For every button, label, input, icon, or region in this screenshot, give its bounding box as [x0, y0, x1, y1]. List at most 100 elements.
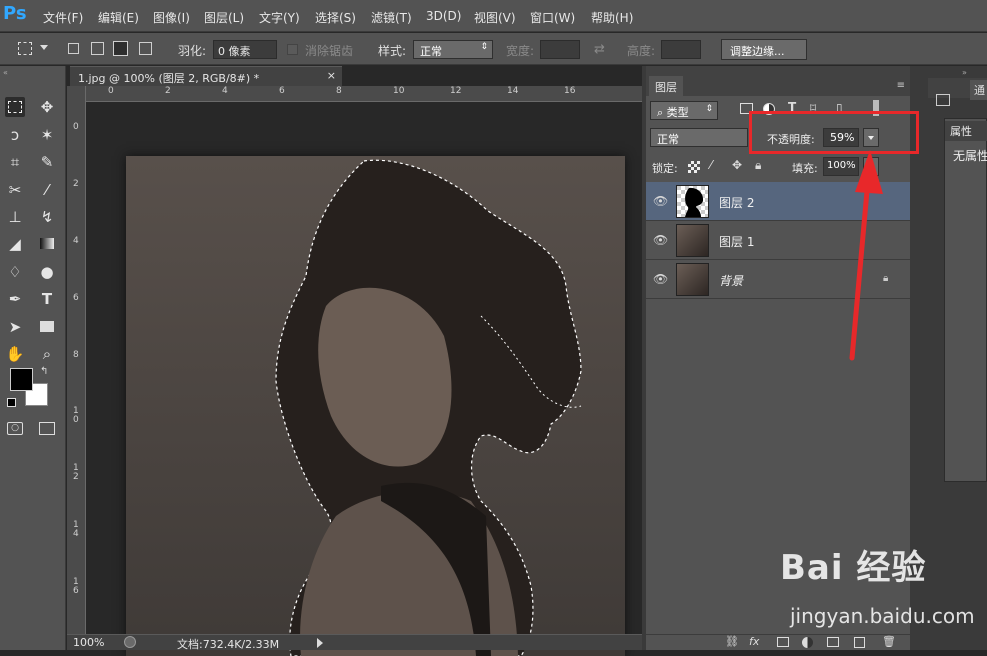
move-tool-icon[interactable]: ✥	[37, 97, 57, 117]
magic-wand-icon[interactable]: ✶	[37, 125, 57, 145]
layer-style-icon[interactable]: fx	[749, 635, 759, 648]
marquee-preset-icon[interactable]	[18, 42, 32, 55]
menu-file[interactable]: 文件(F)	[43, 9, 83, 26]
ruler-v-label: 1 6	[73, 577, 79, 596]
layer-name[interactable]: 图层 2	[719, 194, 754, 211]
new-selection-icon[interactable]	[68, 43, 79, 54]
lasso-tool-icon[interactable]: ↄ	[5, 125, 25, 145]
subtract-selection-icon[interactable]	[113, 41, 128, 56]
dodge-tool-icon[interactable]: ●	[37, 262, 57, 282]
foreground-color-swatch[interactable]	[10, 368, 33, 391]
document-tab[interactable]: 1.jpg @ 100% (图层 2, RGB/8#) * ×	[70, 66, 342, 86]
layer-thumbnail[interactable]	[676, 263, 709, 296]
photo-canvas[interactable]	[126, 156, 625, 656]
pen-tool-icon[interactable]: ✒	[5, 289, 25, 309]
height-input[interactable]	[661, 40, 701, 59]
crop-tool-icon[interactable]: ⌗	[5, 152, 25, 172]
delete-layer-icon[interactable]: 🗑︎	[882, 635, 896, 648]
zoom-level[interactable]: 100%	[73, 636, 104, 649]
blend-mode-select[interactable]: 正常	[650, 128, 748, 147]
eraser-tool-icon[interactable]: ◢	[5, 234, 25, 254]
layer-row-background[interactable]: 👁︎ 背景 🔒︎	[646, 260, 910, 299]
visibility-eye-icon[interactable]: 👁︎	[653, 272, 668, 286]
lock-all-icon[interactable]: 🔒︎	[755, 158, 761, 173]
visibility-eye-icon[interactable]: 👁︎	[653, 233, 668, 247]
new-layer-icon[interactable]	[854, 637, 865, 648]
select-arrows-icon: ⇕	[480, 42, 488, 52]
layers-tab[interactable]: 图层	[649, 76, 683, 96]
refine-edge-button[interactable]: 调整边缘...	[721, 39, 807, 60]
add-selection-icon[interactable]	[91, 42, 104, 55]
feather-input[interactable]: 0 像素	[213, 40, 277, 59]
antialias-checkbox[interactable]	[287, 44, 298, 55]
properties-tab[interactable]: 属性	[945, 121, 987, 141]
swap-colors-icon[interactable]: ↰	[40, 366, 48, 377]
menu-3d[interactable]: 3D(D)	[426, 9, 461, 23]
add-mask-icon[interactable]	[777, 637, 789, 647]
menu-help[interactable]: 帮助(H)	[591, 9, 633, 26]
healing-brush-icon[interactable]: ✂	[5, 180, 25, 200]
ruler-v-label: 4	[73, 236, 79, 246]
dock-tab-channels[interactable]: 通	[970, 80, 987, 100]
canvas[interactable]	[86, 102, 626, 656]
fill-dropdown-button[interactable]	[863, 157, 879, 176]
hand-tool-icon[interactable]: ✋	[5, 344, 25, 364]
menu-window[interactable]: 窗口(W)	[530, 9, 575, 26]
history-brush-icon[interactable]: ↯	[37, 207, 57, 227]
type-tool-icon[interactable]: T	[37, 289, 57, 309]
dropdown-arrow-icon[interactable]	[40, 45, 48, 50]
ruler-h-label: 16	[564, 86, 576, 96]
marquee-tool-icon[interactable]	[5, 97, 25, 117]
layer-thumbnail[interactable]	[676, 224, 709, 257]
height-label: 高度:	[627, 44, 656, 58]
lock-move-icon[interactable]: ✥	[732, 158, 742, 172]
status-info-icon[interactable]	[124, 636, 136, 648]
menu-edit[interactable]: 编辑(E)	[98, 9, 139, 26]
intersect-selection-icon[interactable]	[139, 42, 152, 55]
menu-select[interactable]: 选择(S)	[315, 9, 356, 26]
lock-transparent-icon[interactable]	[688, 161, 700, 173]
menu-view[interactable]: 视图(V)	[474, 9, 516, 26]
menu-image[interactable]: 图像(I)	[153, 9, 190, 26]
dock-side-icon[interactable]	[936, 94, 950, 106]
stamp-tool-icon[interactable]: ⊥	[5, 207, 25, 227]
swap-icon[interactable]: ⇄	[594, 42, 605, 57]
default-colors-icon[interactable]	[7, 398, 16, 407]
link-layers-icon[interactable]: ⛓	[725, 635, 739, 648]
style-select[interactable]: 正常 ⇕	[413, 40, 493, 59]
zoom-tool-icon[interactable]: ⌕	[37, 344, 57, 364]
screen-mode-icon[interactable]	[39, 422, 55, 435]
visibility-eye-icon[interactable]: 👁︎	[653, 194, 668, 208]
path-select-icon[interactable]: ➤	[5, 317, 25, 337]
layer-mask-thumbnail[interactable]	[676, 185, 709, 218]
ps-logo[interactable]: Ps	[3, 3, 27, 24]
width-input[interactable]	[540, 40, 580, 59]
ruler-v-label: 6	[73, 293, 79, 303]
fill-input[interactable]: 100%	[823, 157, 859, 176]
new-group-icon[interactable]	[827, 637, 839, 647]
brush-tool-icon[interactable]: ⁄	[37, 180, 57, 200]
lock-paint-icon[interactable]: ⁄	[710, 158, 712, 172]
collapse-icon[interactable]: «	[3, 68, 8, 77]
layer-row-layer1[interactable]: 👁︎ 图层 1	[646, 221, 910, 260]
layer-row-layer2[interactable]: 👁︎ 图层 2	[646, 182, 910, 221]
panel-menu-icon[interactable]: ≡	[897, 80, 905, 91]
filter-type-select[interactable]: ⌕ 类型 ⇕	[650, 101, 718, 120]
adjustment-layer-icon[interactable]	[802, 637, 813, 648]
antialias-label: 消除锯齿	[305, 44, 354, 58]
gradient-tool-icon[interactable]	[37, 234, 57, 254]
blur-tool-icon[interactable]: ♢	[5, 262, 25, 282]
status-bar: 100% 文档:732.4K/2.33M	[67, 634, 642, 651]
quick-mask-icon[interactable]: ○	[7, 422, 23, 435]
eyedropper-icon[interactable]: ✎	[37, 152, 57, 172]
status-menu-arrow-icon[interactable]	[317, 638, 323, 648]
menu-filter[interactable]: 滤镜(T)	[371, 9, 412, 26]
rectangle-tool-icon[interactable]	[37, 317, 57, 337]
close-tab-icon[interactable]: ×	[327, 69, 336, 82]
dock-collapse-icon[interactable]: »	[962, 68, 967, 77]
layer-name[interactable]: 图层 1	[719, 233, 754, 250]
layer-name[interactable]: 背景	[719, 272, 743, 289]
menu-type[interactable]: 文字(Y)	[259, 9, 300, 26]
style-select-value: 正常	[420, 45, 442, 58]
menu-layer[interactable]: 图层(L)	[204, 9, 244, 26]
